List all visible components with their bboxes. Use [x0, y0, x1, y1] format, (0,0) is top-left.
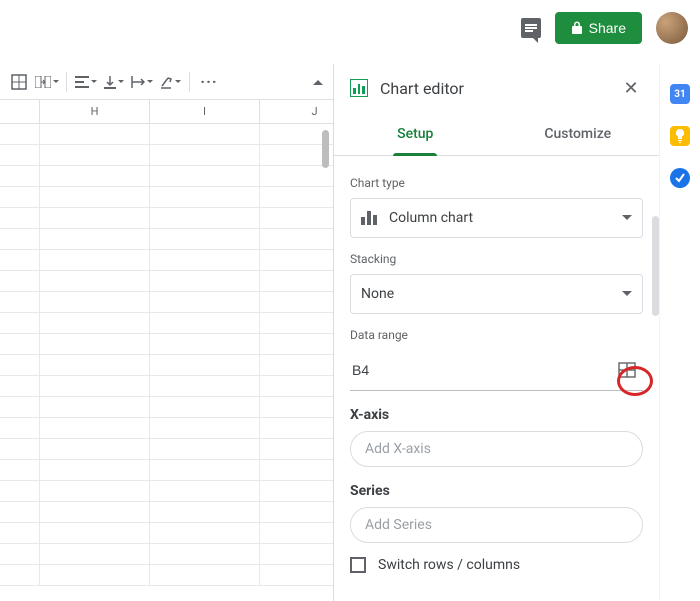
series-heading: Series	[350, 483, 643, 499]
close-icon[interactable]: ✕	[619, 76, 643, 100]
collapse-toolbar-icon[interactable]	[313, 75, 323, 85]
stacking-dropdown[interactable]: None	[350, 274, 643, 314]
merge-cells-button[interactable]	[34, 69, 60, 95]
panel-scrollbar[interactable]	[652, 216, 659, 316]
switch-rows-columns-checkbox[interactable]	[350, 557, 366, 573]
toolbar-separator	[189, 72, 190, 92]
tasks-addon-icon[interactable]	[670, 168, 690, 188]
chevron-down-icon	[622, 291, 632, 301]
xaxis-heading: X-axis	[350, 407, 643, 423]
data-range-label: Data range	[350, 328, 643, 342]
chart-type-dropdown[interactable]: Column chart	[350, 198, 643, 238]
add-xaxis-button[interactable]: Add X-axis	[350, 431, 643, 467]
add-series-button[interactable]: Add Series	[350, 507, 643, 543]
vertical-align-button[interactable]	[101, 69, 127, 95]
grid-icon	[618, 362, 636, 378]
switch-rows-columns-label: Switch rows / columns	[378, 557, 520, 573]
lock-icon	[571, 21, 583, 35]
toolbar-separator	[66, 72, 67, 92]
column-headers: H I J	[0, 100, 333, 124]
chart-editor-header: Chart editor ✕	[334, 64, 659, 112]
select-data-range-button[interactable]	[613, 358, 641, 382]
column-header[interactable]: I	[150, 100, 260, 123]
data-range-row	[350, 350, 643, 391]
keep-addon-icon[interactable]	[670, 126, 690, 146]
more-toolbar-button[interactable]: ···	[196, 69, 222, 95]
share-button[interactable]: Share	[555, 12, 642, 44]
tab-setup[interactable]: Setup	[334, 112, 497, 155]
comment-history-icon[interactable]	[521, 18, 541, 38]
spreadsheet-grid[interactable]: H I J	[0, 100, 333, 601]
chart-editor-title: Chart editor	[380, 79, 464, 98]
share-label: Share	[589, 20, 626, 36]
horizontal-align-button[interactable]	[73, 69, 99, 95]
column-header[interactable]: H	[40, 100, 150, 123]
stacking-value: None	[361, 286, 394, 302]
chart-editor-panel: Chart editor ✕ Setup Customize Chart typ…	[333, 64, 659, 601]
format-toolbar: ···	[0, 64, 333, 100]
chevron-down-icon	[622, 215, 632, 225]
chart-editor-icon	[350, 79, 368, 97]
column-header[interactable]: J	[260, 100, 333, 123]
grid-rows	[0, 124, 333, 586]
app-topbar: Share	[0, 0, 700, 56]
sheet-scrollbar[interactable]	[322, 130, 329, 168]
chart-type-value: Column chart	[389, 210, 473, 226]
tab-customize[interactable]: Customize	[497, 112, 660, 155]
switch-rows-columns-row: Switch rows / columns	[350, 557, 643, 573]
text-rotation-button[interactable]	[157, 69, 183, 95]
chart-editor-tabs: Setup Customize	[334, 112, 659, 156]
borders-button[interactable]	[6, 69, 32, 95]
text-wrap-button[interactable]	[129, 69, 155, 95]
data-range-input[interactable]	[352, 362, 613, 378]
avatar[interactable]	[656, 12, 688, 44]
chart-editor-body: Chart type Column chart Stacking None Da…	[334, 156, 659, 601]
column-chart-icon	[361, 211, 379, 225]
corner-cell	[0, 100, 40, 123]
chart-type-label: Chart type	[350, 176, 643, 190]
stacking-label: Stacking	[350, 252, 643, 266]
right-side-panel: 31	[659, 64, 700, 601]
calendar-addon-icon[interactable]: 31	[670, 84, 690, 104]
